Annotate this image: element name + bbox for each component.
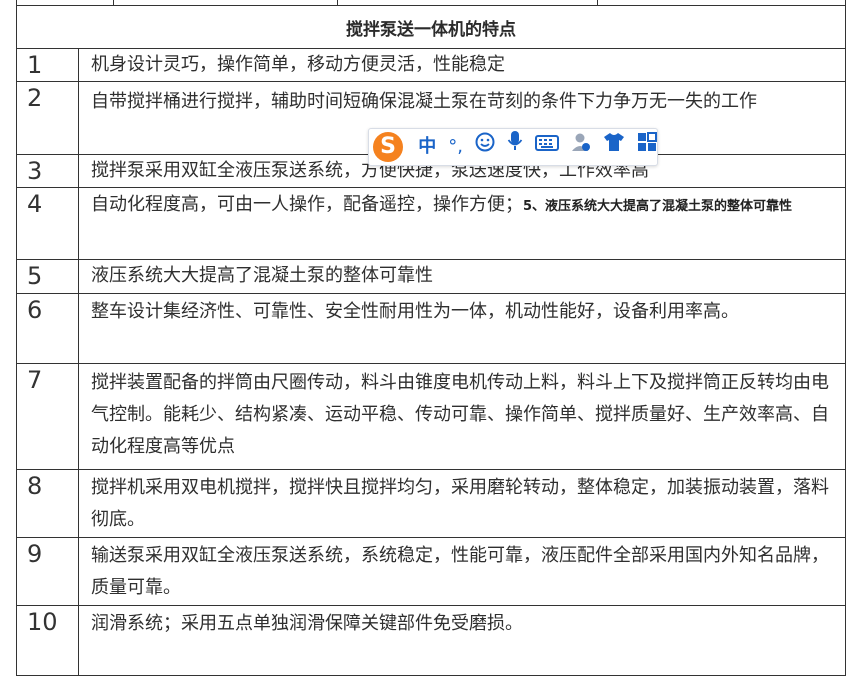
table-title: 搅拌泵送一体机的特点 (16, 5, 846, 49)
row-text-note: 5、液压系统大大提高了混凝土泵的整体可靠性 (523, 199, 793, 214)
row-number: 1 (16, 48, 79, 82)
row-text: 搅拌机采用双电机搅拌，搅拌快且搅拌均匀，采用磨轮转动，整体稳定，加装振动装置，落… (78, 469, 846, 538)
table-row: 9 输送泵采用双缸全液压泵送系统，系统稳定，性能可靠，液压配件全部采用国内外知名… (16, 537, 846, 606)
table-row: 8 搅拌机采用双电机搅拌，搅拌快且搅拌均匀，采用磨轮转动，整体稳定，加装振动装置… (16, 469, 846, 538)
table-row: 7 搅拌装置配备的拌筒由尺圈传动，料斗由锥度电机传动上料，料斗上下及搅拌筒正反转… (16, 363, 846, 470)
row-number: 4 (16, 187, 79, 260)
row-number: 9 (16, 537, 79, 606)
punctuation-toggle[interactable]: °, (448, 129, 463, 165)
row-number: 2 (16, 81, 79, 155)
row-number: 6 (16, 293, 79, 364)
smiley-icon[interactable] (475, 129, 495, 165)
row-number: 10 (16, 605, 79, 676)
row-text: 输送泵采用双缸全液压泵送系统，系统稳定，性能可靠，液压配件全部采用国内外知名品牌… (78, 537, 846, 606)
table-row: 6 整车设计集经济性、可靠性、安全性耐用性为一体，机动性能好，设备利用率高。 (16, 293, 846, 364)
row-text: 自动化程度高，可由一人操作，配备遥控，操作方便；5、液压系统大大提高了混凝土泵的… (78, 187, 846, 260)
table-row: 10 润滑系统；采用五点单独润滑保障关键部件免受磨损。 (16, 605, 846, 676)
table-header-row: 搅拌泵送一体机的特点 (16, 5, 846, 49)
user-icon[interactable] (571, 129, 591, 165)
table-row: 1 机身设计灵巧，操作简单，移动方便灵活，性能稳定 (16, 48, 846, 82)
grid-icon[interactable] (637, 129, 657, 165)
row-text: 整车设计集经济性、可靠性、安全性耐用性为一体，机动性能好，设备利用率高。 (78, 293, 846, 364)
input-mode-toggle[interactable]: 中 (418, 129, 436, 165)
keyboard-icon[interactable] (535, 129, 559, 165)
row-number: 5 (16, 259, 79, 294)
row-number: 7 (16, 363, 79, 470)
row-text-main: 自动化程度高，可由一人操作，配备遥控，操作方便； (91, 194, 523, 215)
sogou-logo-icon[interactable]: S (371, 129, 406, 165)
table-row: 5 液压系统大大提高了混凝土泵的整体可靠性 (16, 259, 846, 294)
ime-toolbar[interactable]: S 中 °, (368, 128, 658, 166)
row-text: 机身设计灵巧，操作简单，移动方便灵活，性能稳定 (78, 48, 846, 82)
row-number: 3 (16, 154, 79, 188)
shirt-icon[interactable] (603, 129, 625, 165)
features-table: 搅拌泵送一体机的特点 1 机身设计灵巧，操作简单，移动方便灵活，性能稳定 2 自… (16, 5, 846, 676)
microphone-icon[interactable] (507, 129, 523, 165)
row-text: 搅拌装置配备的拌筒由尺圈传动，料斗由锥度电机传动上料，料斗上下及搅拌筒正反转均由… (78, 363, 846, 470)
row-text: 液压系统大大提高了混凝土泵的整体可靠性 (78, 259, 846, 294)
row-number: 8 (16, 469, 79, 538)
table-row: 4 自动化程度高，可由一人操作，配备遥控，操作方便；5、液压系统大大提高了混凝土… (16, 187, 846, 260)
row-text: 润滑系统；采用五点单独润滑保障关键部件免受磨损。 (78, 605, 846, 676)
